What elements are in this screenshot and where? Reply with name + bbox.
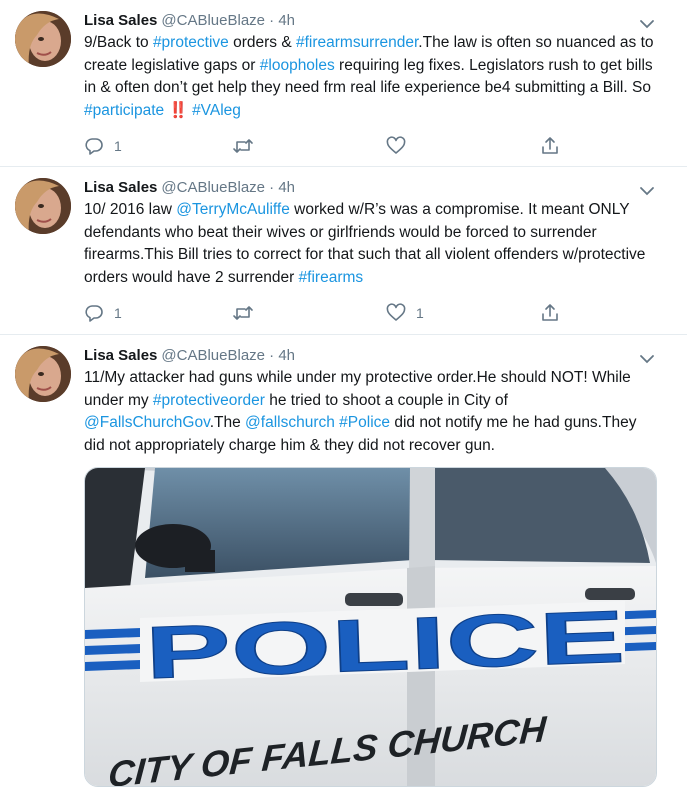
separator-dot: · (269, 347, 275, 364)
mention-link[interactable]: @fallschurch (245, 414, 335, 431)
tweet-header: Lisa Sales @CABlueBlaze · 4h (84, 177, 671, 199)
hashtag-link[interactable]: #loopholes (260, 57, 335, 74)
chevron-down-icon[interactable] (637, 14, 657, 34)
avatar[interactable] (15, 346, 71, 402)
tweet-header: Lisa Sales @CABlueBlaze · 4h (84, 345, 671, 367)
mention-link[interactable]: @TerryMcAuliffe (176, 201, 290, 218)
hashtag-link[interactable]: #protective (153, 34, 229, 51)
tweet-text-run: 10/ 2016 law (84, 201, 177, 218)
handle[interactable]: @CABlueBlaze (161, 179, 265, 196)
chevron-down-icon[interactable] (637, 181, 657, 201)
hashtag-link[interactable]: #protectiveorder (153, 392, 265, 409)
heart-icon (386, 136, 406, 154)
tweet-actions: 1 (84, 134, 584, 158)
like-button[interactable]: 1 (386, 301, 424, 325)
tweet-media-image[interactable]: POLICE CITY OF FALLS CHURCH (84, 467, 657, 787)
hashtag-link[interactable]: #participate (84, 102, 164, 119)
retweet-icon (233, 139, 253, 153)
tweet-text-run: he tried to shoot a couple in City of (264, 391, 508, 409)
tweet-text: 10/ 2016 law @TerryMcAuliffe worked w/R’… (84, 199, 659, 289)
tweet-header: Lisa Sales @CABlueBlaze · 4h (84, 10, 671, 32)
timestamp[interactable]: 4h (278, 347, 295, 364)
avatar-image (15, 346, 71, 402)
retweet-button[interactable] (232, 134, 264, 158)
retweet-button[interactable] (232, 301, 264, 325)
tweet-actions: 1 1 (84, 301, 584, 325)
tweet-1[interactable]: Lisa Sales @CABlueBlaze · 4h 9/Back to #p… (0, 0, 687, 167)
reply-count: 1 (114, 138, 122, 154)
share-icon (542, 304, 558, 321)
like-count: 1 (416, 305, 424, 321)
avatar[interactable] (15, 11, 71, 67)
reply-button[interactable]: 1 (84, 134, 122, 158)
tweet-text: 11/My attacker had guns while under my p… (84, 367, 659, 457)
handle[interactable]: @CABlueBlaze (161, 347, 265, 364)
avatar-image (15, 11, 71, 67)
timestamp[interactable]: 4h (278, 12, 295, 29)
share-button[interactable] (540, 134, 560, 158)
tweet-2[interactable]: Lisa Sales @CABlueBlaze · 4h 10/ 2016 law… (0, 167, 687, 335)
timestamp[interactable]: 4h (278, 179, 295, 196)
reply-icon (85, 138, 103, 155)
tweet-text: 9/Back to #protective orders & #firearms… (84, 32, 659, 122)
reply-count: 1 (114, 305, 122, 321)
hashtag-link[interactable]: #Police (339, 414, 390, 431)
handle[interactable]: @CABlueBlaze (161, 12, 265, 29)
retweet-icon (233, 306, 253, 320)
hashtag-link[interactable]: #firearmsurrender (296, 34, 418, 51)
hashtag-link[interactable]: #VAleg (192, 102, 241, 119)
heart-icon (386, 303, 406, 321)
tweet-3[interactable]: Lisa Sales @CABlueBlaze · 4h 11/My attack… (0, 335, 687, 801)
separator-dot: · (269, 179, 275, 196)
display-name[interactable]: Lisa Sales (84, 179, 157, 196)
share-button[interactable] (540, 301, 560, 325)
reply-icon (85, 305, 103, 322)
like-button[interactable] (386, 134, 416, 158)
mention-link[interactable]: @FallsChurchGov (84, 414, 210, 431)
reply-button[interactable]: 1 (84, 301, 122, 325)
police-car-photo: POLICE CITY OF FALLS CHURCH (85, 468, 656, 786)
share-icon (542, 137, 558, 154)
tweet-text-run: .The (209, 414, 246, 431)
avatar[interactable] (15, 178, 71, 234)
separator-dot: · (269, 12, 275, 29)
double-exclamation-emoji: ‼️ (164, 101, 193, 119)
hashtag-link[interactable]: #firearms (299, 269, 364, 286)
display-name[interactable]: Lisa Sales (84, 12, 157, 29)
avatar-image (15, 178, 71, 234)
tweet-text-run: orders & (228, 34, 296, 51)
police-door-lettering: POLICE (144, 595, 627, 695)
tweet-text-run: 9/Back to (84, 34, 153, 51)
display-name[interactable]: Lisa Sales (84, 347, 157, 364)
chevron-down-icon[interactable] (637, 349, 657, 369)
